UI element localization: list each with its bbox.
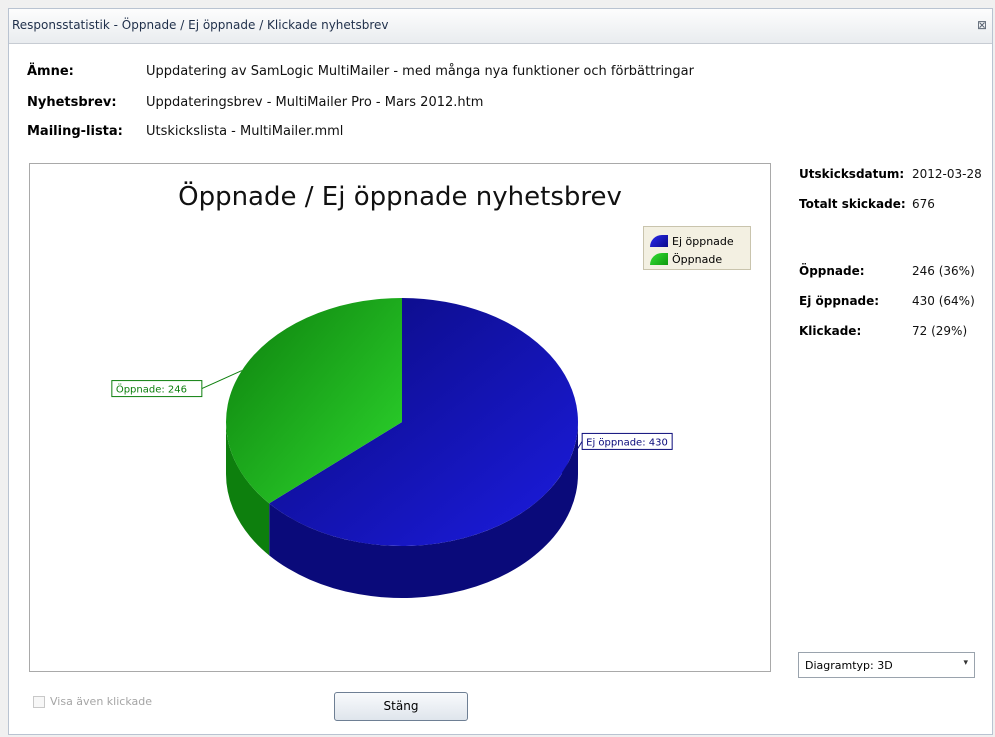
window-title: Responsstatistik - Öppnade / Ej öppnade … xyxy=(12,18,389,32)
chart-type-value: Diagramtyp: 3D xyxy=(805,659,893,672)
slice-label-1: Öppnade: 246 xyxy=(116,383,187,396)
opened-label: Öppnade: xyxy=(799,264,865,278)
newsletter-label: Nyhetsbrev: xyxy=(27,95,117,110)
chart-type-dropdown[interactable]: Diagramtyp: 3D ▾ xyxy=(798,652,975,678)
newsletter-value: Uppdateringsbrev - MultiMailer Pro - Mar… xyxy=(146,95,484,110)
clicked-label: Klickade: xyxy=(799,324,862,338)
chart-area: Öppnade / Ej öppnade nyhetsbrev Ej öppna… xyxy=(29,163,771,672)
response-stats-window: Responsstatistik - Öppnade / Ej öppnade … xyxy=(8,8,993,735)
not-opened-value: 430 (64%) xyxy=(912,294,975,308)
total-sent-value: 676 xyxy=(912,197,935,211)
title-bar: Responsstatistik - Öppnade / Ej öppnade … xyxy=(9,9,992,44)
show-clicked-label: Visa även klickade xyxy=(50,695,152,708)
show-clicked-checkbox[interactable] xyxy=(33,695,45,708)
total-sent-label: Totalt skickade: xyxy=(799,197,906,211)
subject-value: Uppdatering av SamLogic MultiMailer - me… xyxy=(146,64,694,79)
opened-value: 246 (36%) xyxy=(912,264,975,278)
show-clicked-option[interactable]: Visa även klickade xyxy=(33,695,152,708)
clicked-value: 72 (29%) xyxy=(912,324,968,338)
close-icon[interactable]: ⊠ xyxy=(974,17,990,33)
not-opened-label: Ej öppnade: xyxy=(799,294,880,308)
mailing-list-value: Utskickslista - MultiMailer.mml xyxy=(146,124,344,139)
slice-label-0: Ej öppnade: 430 xyxy=(586,437,668,448)
pie-chart: Ej öppnade: 430 Öppnade: 246 xyxy=(111,298,673,598)
send-date-value: 2012-03-28 xyxy=(912,167,982,181)
subject-label: Ämne: xyxy=(27,64,74,79)
chevron-down-icon: ▾ xyxy=(963,658,968,668)
close-button[interactable]: Stäng xyxy=(334,692,468,721)
mailing-list-label: Mailing-lista: xyxy=(27,124,123,139)
send-date-label: Utskicksdatum: xyxy=(799,167,905,181)
